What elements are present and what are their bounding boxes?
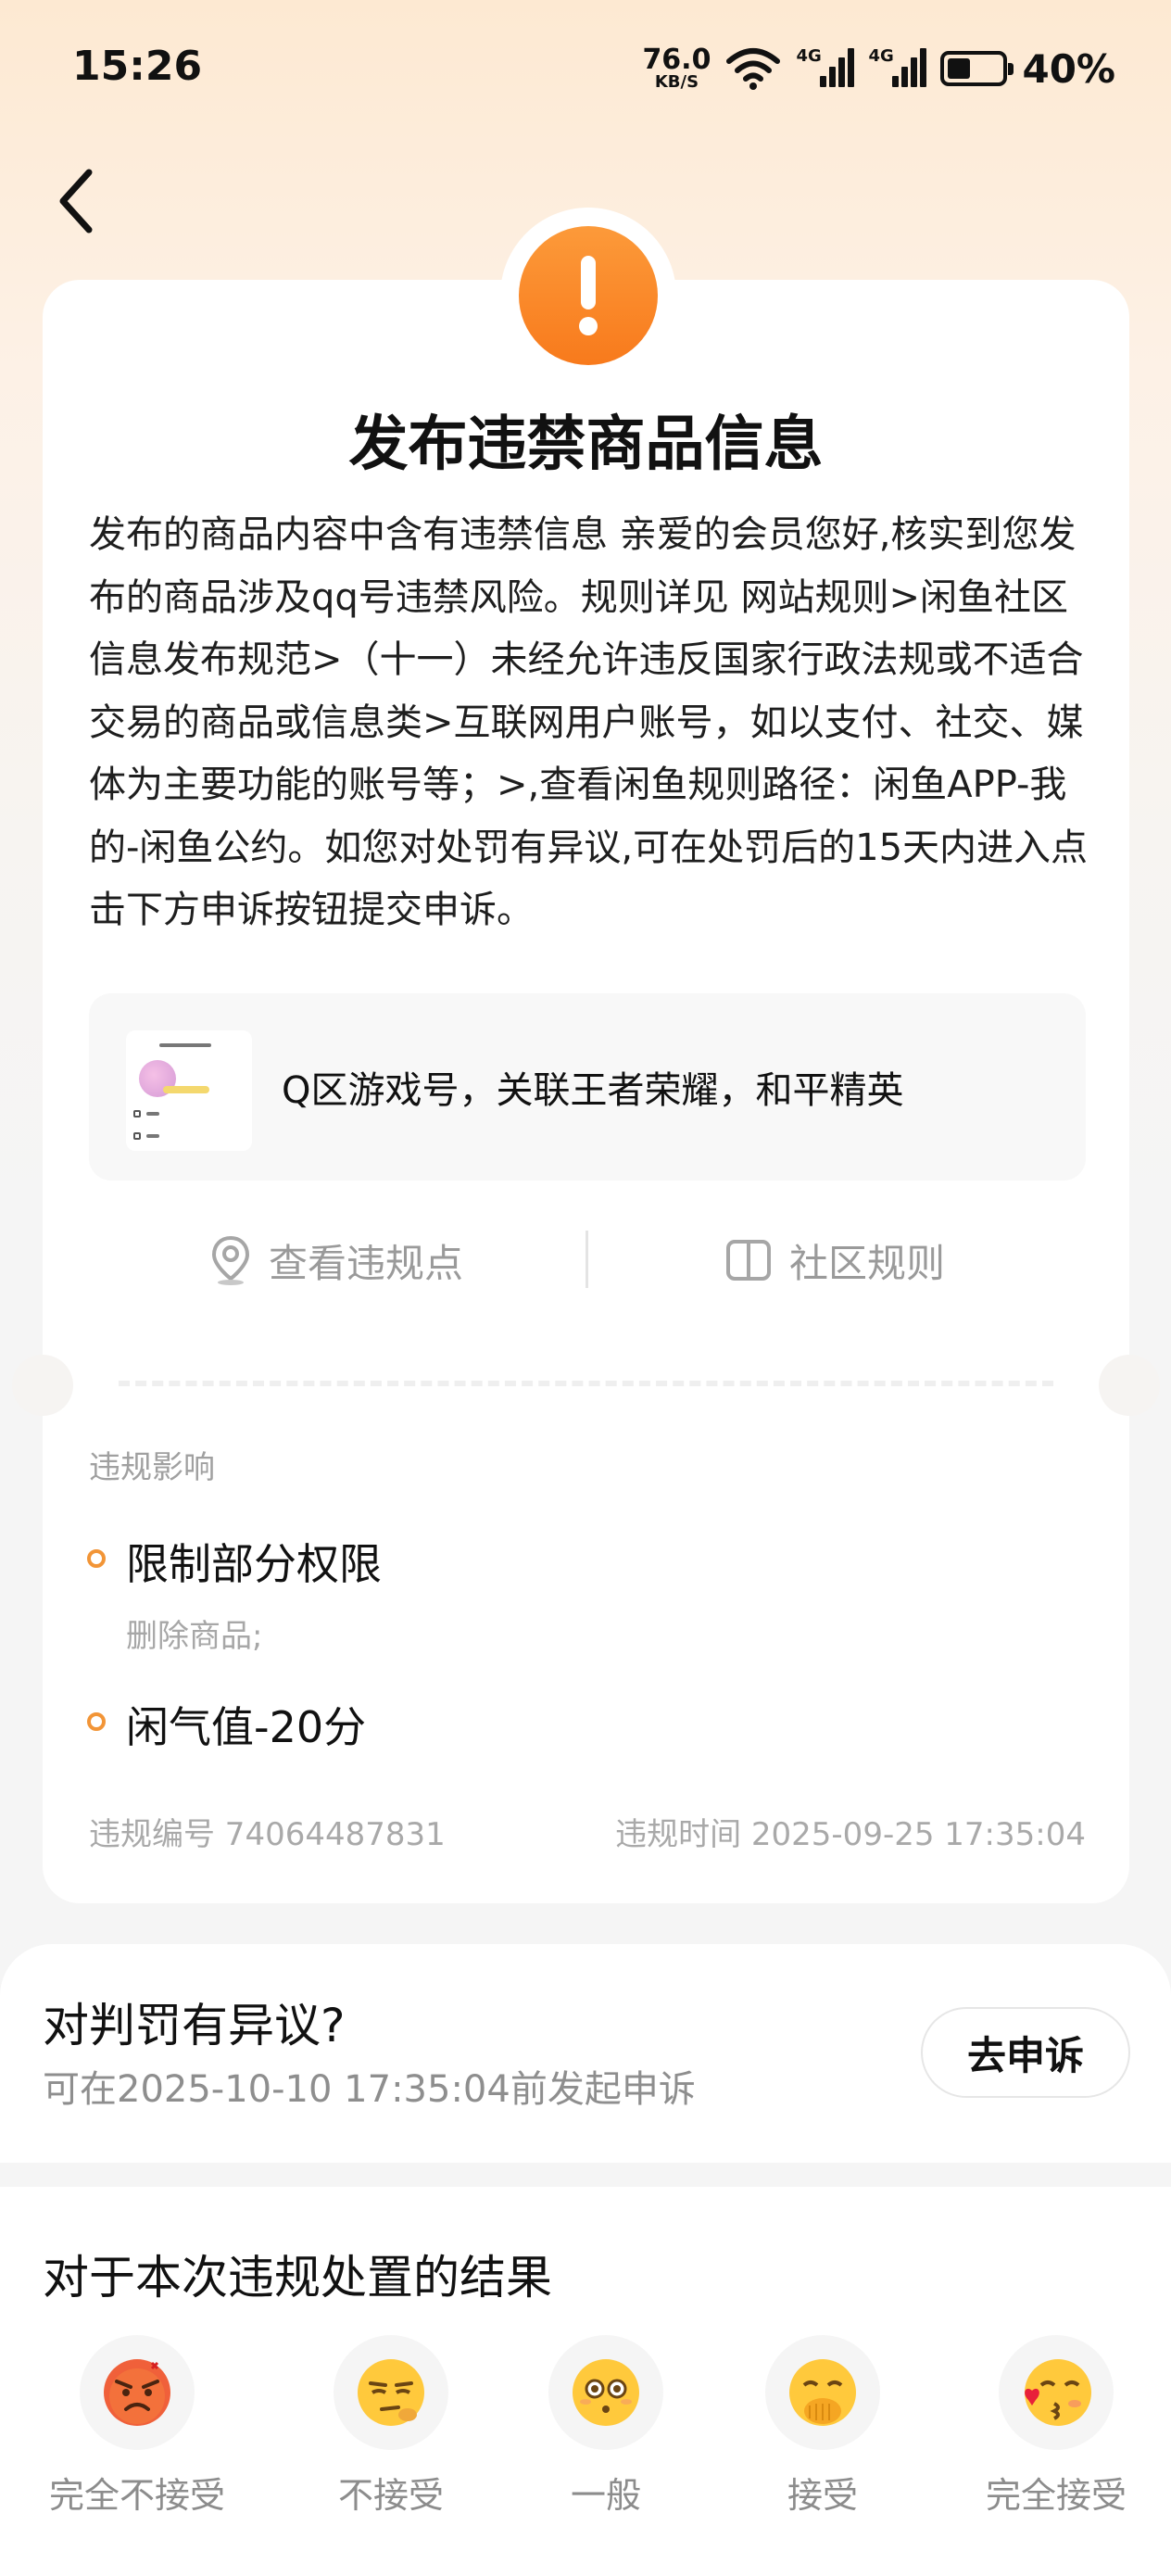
- product-item[interactable]: Q区游戏号，关联王者荣耀，和平精英: [89, 993, 1086, 1181]
- status-icons: 76.0 KB/S 4G 4G 40%: [642, 41, 1115, 96]
- impact-bullet-2: [87, 1712, 106, 1731]
- cell-signal-2-icon: 4G: [868, 46, 927, 91]
- dashed-divider: [119, 1381, 1053, 1386]
- product-title: Q区游戏号，关联王者荣耀，和平精英: [282, 1069, 904, 1112]
- feedback-title: 对于本次违规处置的结果: [43, 2251, 552, 2305]
- rating-option-5[interactable]: 完全接受: [945, 2335, 1167, 2539]
- rating-option-label: 一般: [570, 2475, 641, 2516]
- impact-item-sub: 删除商品;: [126, 1618, 263, 1655]
- cell-signal-1-icon: 4G: [796, 46, 855, 91]
- impact-item-title: 限制部分权限: [126, 1539, 382, 1589]
- card-notch-left: [12, 1355, 73, 1416]
- notice-actions: 查看违规点 社区规则: [43, 1223, 1129, 1297]
- neutral-face-icon: [548, 2335, 663, 2450]
- product-thumbnail: [126, 1030, 252, 1151]
- appeal-title: 对判罚有异议?: [43, 1999, 346, 2052]
- rating-option-label: 完全接受: [985, 2475, 1127, 2516]
- rating-option-3[interactable]: 一般: [495, 2335, 717, 2539]
- appeal-button[interactable]: 去申诉: [921, 2007, 1130, 2098]
- rating-option-4[interactable]: 接受: [711, 2335, 934, 2539]
- net-speed: 76.0 KB/S: [642, 46, 711, 91]
- kissing-face-icon: [999, 2335, 1114, 2450]
- status-bar: 15:26 76.0 KB/S 4G 4G 40%: [0, 0, 1171, 139]
- notice-title: 发布违禁商品信息: [348, 410, 824, 479]
- impact-bullet-1: [87, 1549, 106, 1568]
- card-notch-right: [1099, 1355, 1160, 1416]
- wifi-icon: [726, 48, 781, 90]
- book-icon: [726, 1240, 771, 1281]
- actions-divider: [586, 1231, 588, 1288]
- angry-face-icon: [80, 2335, 195, 2450]
- rating-option-label: 完全不接受: [48, 2475, 225, 2516]
- violation-time: 违规时间 2025-09-25 17:35:04: [615, 1816, 1086, 1853]
- community-rules-button[interactable]: 社区规则: [724, 1223, 945, 1297]
- notice-description: 发布的商品内容中含有违禁信息 亲爱的会员您好,核实到您发布的商品涉及qq号违禁风…: [89, 513, 1089, 931]
- view-violation-points-label: 查看违规点: [269, 1240, 464, 1286]
- signal1-label: 4G: [796, 46, 822, 66]
- impact-item-title: 闲气值-20分: [126, 1702, 367, 1752]
- battery-icon: [940, 51, 1014, 86]
- rating-option-2[interactable]: 不接受: [280, 2335, 502, 2539]
- back-button[interactable]: [44, 159, 119, 243]
- community-rules-label: 社区规则: [789, 1240, 946, 1286]
- warning-badge: [500, 208, 676, 384]
- view-violation-points-button[interactable]: 查看违规点: [209, 1223, 463, 1297]
- hand-over-mouth-face-icon: [765, 2335, 880, 2450]
- violation-id: 违规编号 74064487831: [89, 1816, 446, 1853]
- rating-option-label: 接受: [787, 2475, 858, 2516]
- rating-option-label: 不接受: [337, 2475, 444, 2516]
- status-time: 15:26: [72, 43, 203, 90]
- location-pin-icon: [211, 1235, 250, 1285]
- impact-section-label: 违规影响: [89, 1449, 215, 1486]
- violation-detail-page: 15:26 76.0 KB/S 4G 4G 40% 发布违禁商品信息 发布的商品…: [0, 0, 1171, 2576]
- battery-percent: 40%: [1022, 45, 1115, 92]
- chevron-left-icon: [59, 169, 93, 234]
- signal2-label: 4G: [868, 46, 894, 66]
- net-speed-unit: KB/S: [654, 72, 699, 92]
- appeal-deadline: 可在2025-10-10 17:35:04前发起申诉: [43, 2068, 696, 2111]
- unamused-face-icon: [334, 2335, 448, 2450]
- exclamation-icon: [519, 226, 658, 365]
- rating-option-1[interactable]: 完全不接受: [26, 2335, 248, 2539]
- net-speed-value: 76.0: [642, 44, 711, 76]
